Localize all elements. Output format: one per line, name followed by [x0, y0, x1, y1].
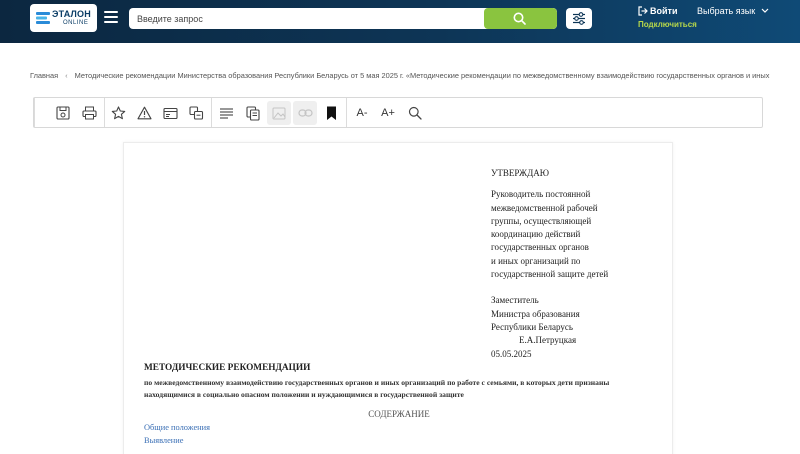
approval-block: УТВЕРЖДАЮ Руководитель постоянной межвед…	[491, 167, 661, 361]
language-selector[interactable]: Выбрать язык	[697, 6, 769, 16]
signer-line: Министра образования	[491, 308, 580, 319]
top-header: ЭТАЛОН ONLINE Войти Выбр	[0, 0, 800, 43]
image-disabled-icon[interactable]	[267, 101, 291, 125]
table-of-contents: Общие положения Выявление	[144, 422, 210, 447]
approve-line: государственных органов	[491, 242, 589, 253]
chevron-down-icon	[761, 8, 769, 13]
signer-line: Заместитель	[491, 295, 539, 306]
toolbar-divider	[346, 98, 347, 127]
search-button[interactable]	[484, 8, 557, 29]
signer-name: Е.А.Петруцкая	[519, 335, 577, 346]
search-input[interactable]	[129, 8, 484, 29]
link-disabled-icon[interactable]	[293, 101, 317, 125]
approve-line: и иных организаций по	[491, 255, 581, 266]
approve-line: межведомственной рабочей	[491, 202, 598, 213]
approve-line: координацию действий	[491, 229, 581, 240]
search-icon	[513, 12, 526, 25]
document-subtitle: по межведомственному взаимодействию госу…	[144, 378, 610, 399]
save-icon[interactable]	[51, 101, 75, 125]
filter-settings-button[interactable]	[566, 8, 592, 29]
bookmark-icon[interactable]	[319, 101, 343, 125]
font-increase-label: A+	[381, 107, 395, 119]
hamburger-menu-icon[interactable]	[104, 11, 118, 23]
document-toolbar: A- A+	[33, 97, 763, 128]
compare-icon[interactable]	[184, 101, 208, 125]
approval-date: 05.05.2025	[491, 348, 532, 359]
logo[interactable]: ЭТАЛОН ONLINE	[30, 4, 97, 32]
toolbar-divider	[104, 98, 105, 127]
copy-icon[interactable]	[241, 101, 265, 125]
chevron-left-icon: ‹	[65, 71, 68, 80]
toc-heading: СОДЕРЖАНИЕ	[368, 409, 430, 419]
document-page: УТВЕРЖДАЮ Руководитель постоянной межвед…	[123, 142, 673, 454]
toc-link[interactable]: Общие положения	[144, 422, 210, 435]
approve-heading: УТВЕРЖДАЮ	[491, 168, 550, 178]
warning-icon[interactable]	[132, 101, 156, 125]
toolbar-divider	[34, 98, 35, 127]
toolbar-divider	[211, 98, 212, 127]
language-label: Выбрать язык	[697, 6, 756, 16]
toc-link[interactable]: Выявление	[144, 435, 210, 448]
login-label: Войти	[650, 6, 678, 16]
sliders-icon	[573, 12, 585, 25]
document-title: МЕТОДИЧЕСКИЕ РЕКОМЕНДАЦИИ	[144, 363, 311, 373]
breadcrumb-current: Методические рекомендации Министерства о…	[74, 71, 770, 80]
signer-line: Республики Беларусь	[491, 321, 574, 332]
approve-line: группы, осуществляющей	[491, 215, 592, 226]
approve-line: государственной защите детей	[491, 269, 609, 280]
login-button[interactable]: Войти	[638, 6, 677, 16]
search-in-document-icon[interactable]	[403, 101, 427, 125]
logo-mark-icon	[36, 12, 50, 24]
favorite-star-icon[interactable]	[106, 101, 130, 125]
logo-brand: ЭТАЛОН	[52, 9, 91, 19]
search-bar	[129, 8, 557, 29]
breadcrumb-home-link[interactable]: Главная	[30, 71, 58, 80]
font-increase-icon[interactable]: A+	[376, 101, 400, 125]
list-icon[interactable]	[214, 101, 238, 125]
font-decrease-label: A-	[356, 107, 368, 119]
logo-sub: ONLINE	[63, 20, 89, 26]
print-icon[interactable]	[77, 101, 101, 125]
font-decrease-icon[interactable]: A-	[350, 101, 374, 125]
connect-link[interactable]: Подключиться	[638, 20, 697, 29]
login-icon	[638, 6, 648, 16]
approve-line: Руководитель постоянной	[491, 189, 591, 200]
breadcrumb: Главная ‹ Методические рекомендации Минист…	[30, 71, 770, 80]
card-icon[interactable]	[158, 101, 182, 125]
